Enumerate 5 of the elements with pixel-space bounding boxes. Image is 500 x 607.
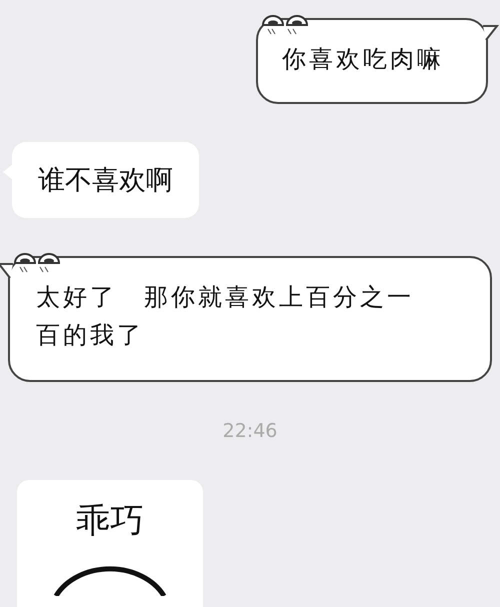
timestamp: 22:46 — [222, 420, 278, 442]
message-text: 谁不喜欢啊 — [38, 165, 173, 196]
sticker-caption: 乖巧 — [76, 500, 144, 543]
message-text: 太好了 那你就喜欢上百分之一百的我了 — [36, 282, 415, 351]
message-text: 你喜欢吃肉嘛 — [282, 44, 445, 75]
